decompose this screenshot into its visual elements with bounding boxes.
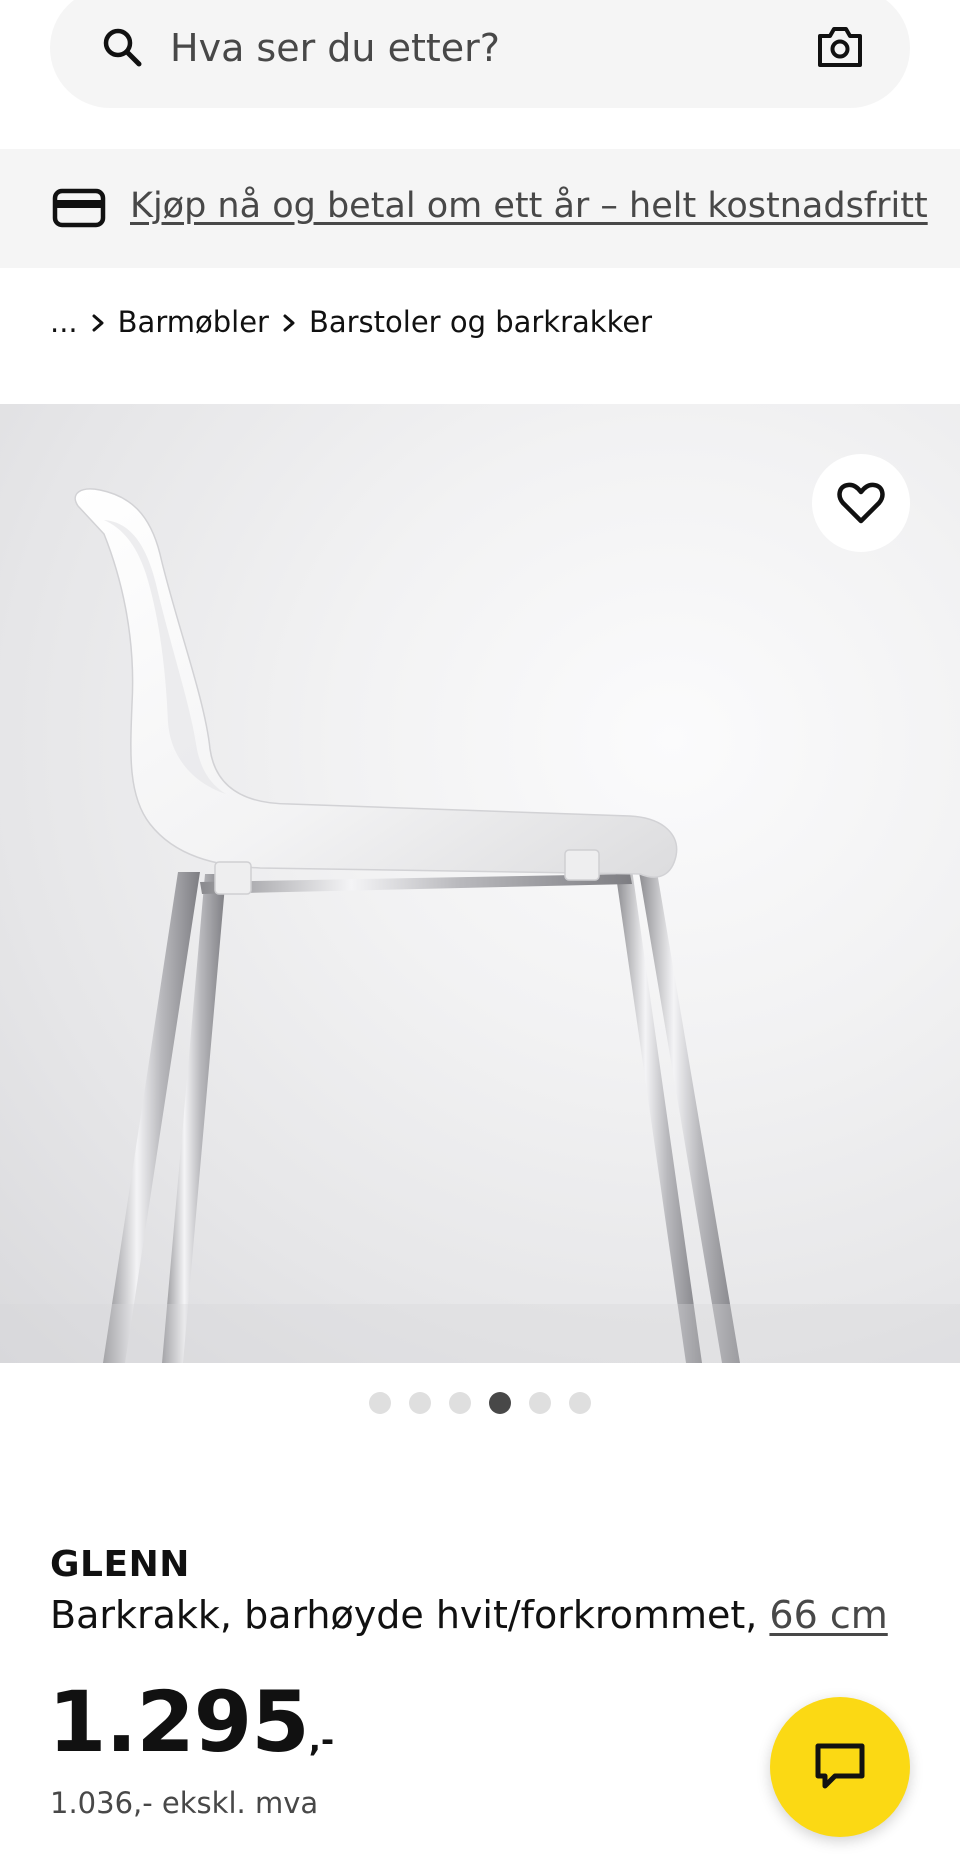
- carousel-dot[interactable]: [409, 1392, 431, 1414]
- favorite-button[interactable]: [812, 454, 910, 552]
- breadcrumb: ... Barmøbler Barstoler og barkrakker: [50, 302, 652, 342]
- promo-link[interactable]: Kjøp nå og betal om ett år – helt kostna…: [130, 186, 928, 226]
- price-excluding-vat: 1.036,- ekskl. mva: [50, 1786, 319, 1820]
- carousel-dot[interactable]: [449, 1392, 471, 1414]
- carousel-dot[interactable]: [529, 1392, 551, 1414]
- carousel-dot[interactable]: [569, 1392, 591, 1414]
- product-image-gallery[interactable]: [0, 404, 960, 1363]
- promo-banner: Kjøp nå og betal om ett år – helt kostna…: [0, 149, 960, 268]
- search-input[interactable]: Hva ser du etter?: [170, 26, 500, 70]
- price: 1.295,-: [48, 1680, 334, 1764]
- chevron-right-icon: [269, 307, 309, 337]
- product-image: [0, 488, 960, 1363]
- size-link[interactable]: 66 cm: [769, 1593, 887, 1637]
- breadcrumb-item-barstoler[interactable]: Barstoler og barkrakker: [309, 305, 652, 339]
- search-icon: [103, 28, 142, 67]
- breadcrumb-item-barmobler[interactable]: Barmøbler: [118, 305, 269, 339]
- chat-button[interactable]: [770, 1697, 910, 1837]
- carousel-pagination: [0, 1392, 960, 1416]
- price-suffix: ,-: [308, 1721, 335, 1759]
- product-description-text: Barkrakk, barhøyde hvit/forkrommet,: [50, 1593, 770, 1637]
- heart-outline-icon: [837, 482, 885, 524]
- search-bar[interactable]: Hva ser du etter?: [50, 0, 910, 108]
- product-description: Barkrakk, barhøyde hvit/forkrommet, 66 c…: [50, 1593, 888, 1637]
- product-name: GLENN: [50, 1544, 190, 1585]
- camera-icon[interactable]: [816, 24, 864, 70]
- price-amount: 1.295: [48, 1673, 310, 1771]
- credit-card-icon: [52, 188, 106, 228]
- carousel-dot[interactable]: [369, 1392, 391, 1414]
- breadcrumb-ellipsis[interactable]: ...: [50, 305, 78, 339]
- chevron-right-icon: [78, 307, 118, 337]
- carousel-dot[interactable]: [489, 1392, 511, 1414]
- chat-bubble-icon: [815, 1743, 865, 1789]
